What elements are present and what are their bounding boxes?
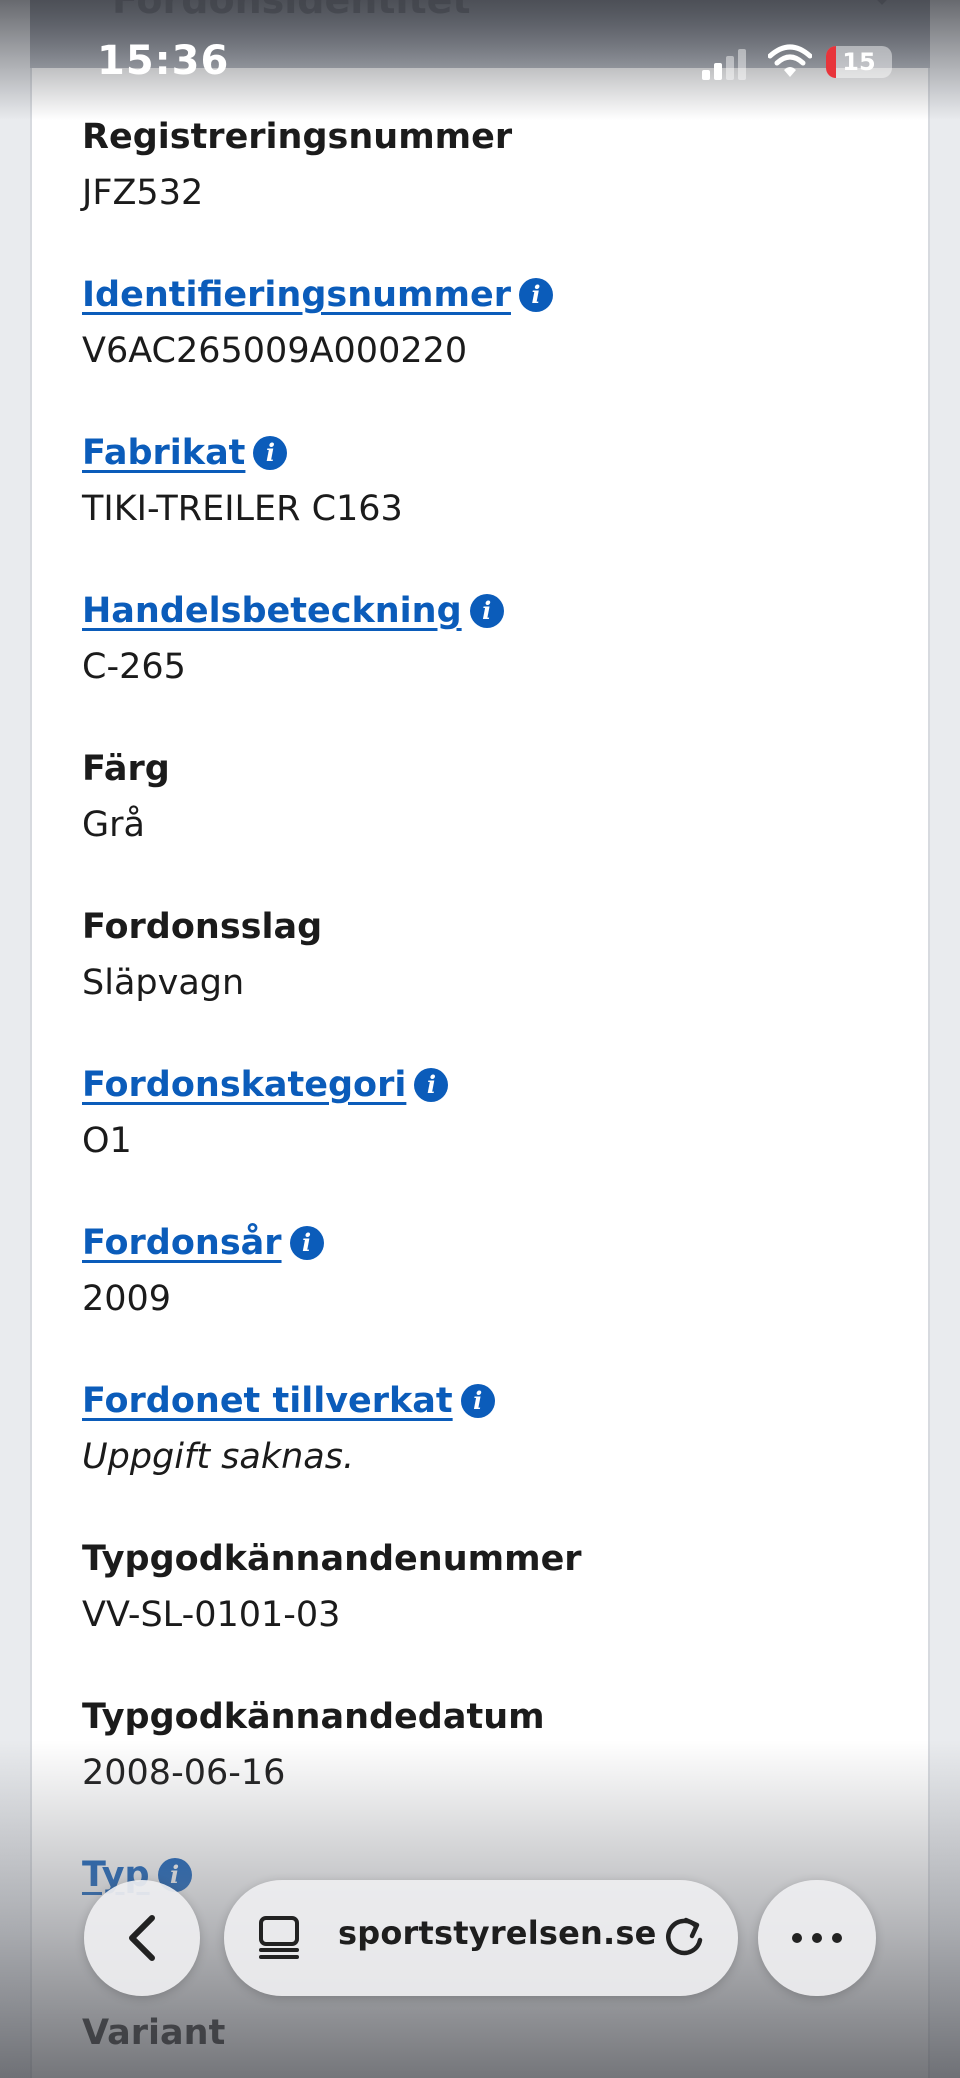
address-bar[interactable]: sportstyrelsen.se	[224, 1880, 738, 1996]
field-label-link[interactable]: Fabrikat	[82, 426, 288, 480]
field-value: Uppgift saknas.	[82, 1437, 355, 1477]
field-fordonet-tillverkat: Fordonet tillverkat Uppgift saknas.	[82, 1374, 882, 1532]
field-label-text[interactable]: Fordonsår	[82, 1216, 282, 1270]
field-typgodkannandedatum: Typgodkännandedatum 2008-06-16	[82, 1690, 882, 1848]
field-label: Variant	[82, 2013, 226, 2053]
field-value: TIKI-TREILER C163	[82, 489, 403, 529]
field-label: Typgodkännandedatum	[82, 1697, 545, 1737]
field-value: C-265	[82, 647, 186, 687]
back-button[interactable]	[84, 1880, 200, 1996]
field-label-text[interactable]: Handelsbeteckning	[82, 584, 462, 638]
close-icon[interactable]	[858, 0, 906, 12]
field-fordonskategori: Fordonskategori O1	[82, 1058, 882, 1216]
modal-header: Fordonsidentitet	[30, 0, 930, 68]
field-value: Grå	[82, 805, 145, 845]
field-label: Registreringsnummer	[82, 117, 513, 157]
field-typgodkannandenummer: Typgodkännandenummer VV-SL-0101-03	[82, 1532, 882, 1690]
field-value: V6AC265009A000220	[82, 331, 468, 371]
field-label-text[interactable]: Fabrikat	[82, 426, 245, 480]
field-value: O1	[82, 1121, 132, 1161]
field-value: JFZ532	[82, 173, 204, 213]
field-variant: Variant	[82, 2006, 882, 2078]
field-label-link[interactable]: Identifieringsnummer	[82, 268, 553, 322]
url-text[interactable]: sportstyrelsen.se	[338, 1914, 657, 1952]
info-icon[interactable]	[253, 436, 288, 470]
field-label: Färg	[82, 749, 170, 789]
field-label-link[interactable]: Fordonet tillverkat	[82, 1374, 495, 1428]
field-label-link[interactable]: Handelsbeteckning	[82, 584, 504, 638]
modal-title: Fordonsidentitet	[112, 0, 471, 22]
field-farg: Färg Grå	[82, 742, 882, 900]
field-fordonsslag: Fordonsslag Släpvagn	[82, 900, 882, 1058]
field-label-link[interactable]: Fordonsår	[82, 1216, 324, 1270]
field-label-text[interactable]: Fordonskategori	[82, 1058, 406, 1112]
tabs-icon	[259, 1916, 299, 1959]
field-fabrikat: Fabrikat TIKI-TREILER C163	[82, 426, 882, 584]
field-identifieringsnummer: Identifieringsnummer V6AC265009A000220	[82, 268, 882, 426]
field-label: Fordonsslag	[82, 907, 323, 947]
field-value: Släpvagn	[82, 963, 245, 1003]
info-icon[interactable]	[289, 1226, 324, 1260]
info-icon[interactable]	[518, 278, 553, 312]
reload-icon[interactable]	[660, 1914, 706, 1960]
info-icon[interactable]	[469, 594, 504, 628]
field-label-link[interactable]: Fordonskategori	[82, 1058, 449, 1112]
more-button[interactable]	[758, 1880, 876, 1996]
info-icon[interactable]	[460, 1384, 495, 1418]
field-value: 2008-06-16	[82, 1753, 286, 1793]
back-icon	[129, 1915, 155, 1961]
field-handelsbeteckning: Handelsbeteckning C-265	[82, 584, 882, 742]
field-label: Typgodkännandenummer	[82, 1539, 582, 1579]
field-fordonsar: Fordonsår 2009	[82, 1216, 882, 1374]
field-label-text[interactable]: Identifieringsnummer	[82, 268, 511, 322]
vehicle-fields: Registreringsnummer JFZ532 Identifiering…	[82, 110, 882, 2078]
field-value: VV-SL-0101-03	[82, 1595, 341, 1635]
field-label-text[interactable]: Fordonet tillverkat	[82, 1374, 453, 1428]
field-value: 2009	[82, 1279, 172, 1319]
more-icon	[792, 1933, 842, 1943]
field-registreringsnummer: Registreringsnummer JFZ532	[82, 110, 882, 268]
info-icon[interactable]	[414, 1068, 449, 1102]
